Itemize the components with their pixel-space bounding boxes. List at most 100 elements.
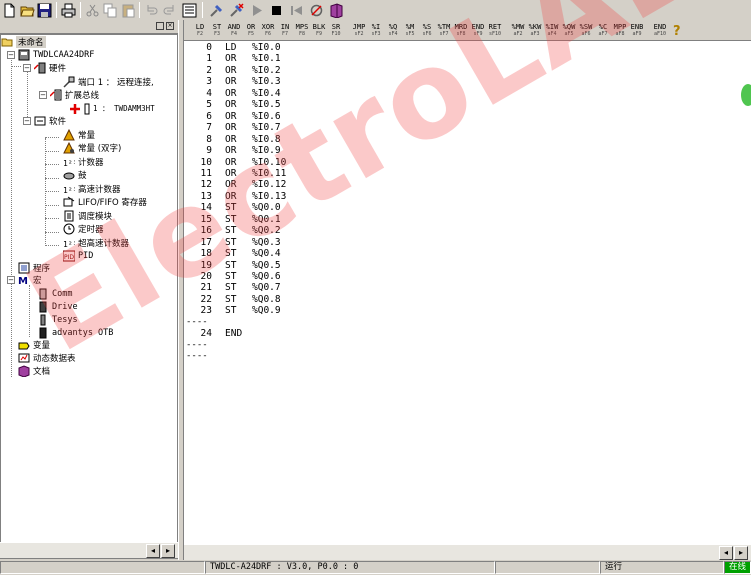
tree-item-very-fast-counters[interactable]: 1²³ 超高速计数器 — [63, 236, 129, 249]
tree-item-macros[interactable]: M 宏 — [18, 273, 42, 286]
disconnect-icon[interactable] — [227, 1, 245, 19]
tree-item-software[interactable]: 软件 — [34, 114, 66, 127]
program-line[interactable]: 24 END — [184, 328, 312, 340]
instruction-button[interactable]: END aF10 — [652, 21, 668, 39]
instruction-button[interactable]: SR F10 — [328, 21, 344, 39]
program-line[interactable]: 17 ST %Q0.3 — [184, 237, 312, 249]
program-line[interactable]: 5 OR %I0.5 — [184, 99, 312, 111]
scroll-right-icon[interactable]: ▸ — [734, 546, 748, 560]
copy-icon[interactable] — [102, 1, 119, 19]
stop-icon[interactable] — [267, 1, 285, 19]
instruction-button[interactable]: OR F5 — [243, 21, 259, 39]
sync-icon[interactable] — [307, 1, 325, 19]
help-icon[interactable]: ? — [669, 21, 685, 39]
tree-item-macro-tesys[interactable]: Tesys — [37, 313, 78, 326]
instruction-button[interactable]: %I sF3 — [368, 21, 384, 39]
tree-item-symbols[interactable]: 变量 — [18, 338, 50, 351]
instruction-button[interactable]: MRD sF8 — [453, 21, 469, 39]
instruction-button[interactable]: %SW aF6 — [578, 21, 594, 39]
instruction-button[interactable]: ST F3 — [209, 21, 225, 39]
instruction-button[interactable]: %S sF6 — [419, 21, 435, 39]
instruction-button[interactable]: %C aF7 — [595, 21, 611, 39]
instruction-button[interactable]: IN F7 — [277, 21, 293, 39]
program-line[interactable]: 16 ST %Q0.2 — [184, 225, 312, 237]
scroll-left-icon[interactable]: ◂ — [146, 544, 160, 558]
program-line[interactable]: 6 OR %I0.6 — [184, 111, 312, 123]
restore-icon[interactable] — [156, 22, 164, 30]
program-line[interactable]: 20 ST %Q0.6 — [184, 271, 312, 283]
program-line[interactable]: 19 ST %Q0.5 — [184, 260, 312, 272]
instruction-button[interactable]: LD F2 — [192, 21, 208, 39]
book-icon[interactable] — [327, 1, 345, 19]
instruction-button[interactable]: %Q sF4 — [385, 21, 401, 39]
tree-item-pwm[interactable]: 调度模块 — [63, 209, 112, 222]
instruction-button[interactable]: %MW aF2 — [510, 21, 526, 39]
program-line[interactable]: 22 ST %Q0.8 — [184, 294, 312, 306]
program-line[interactable]: 13 OR %I0.13 — [184, 191, 312, 203]
tree-item-animation-table[interactable]: 动态数据表 — [18, 351, 76, 364]
instruction-button[interactable]: JMP sF2 — [351, 21, 367, 39]
program-line[interactable]: 14 ST %Q0.0 — [184, 202, 312, 214]
program-line[interactable]: 10 OR %I0.10 — [184, 157, 312, 169]
instruction-button[interactable]: RET sF10 — [487, 21, 503, 39]
collapse-software[interactable]: − — [23, 117, 31, 125]
tree-horizontal-scrollbar[interactable]: ◂ ▸ — [0, 542, 178, 558]
save-icon[interactable] — [37, 1, 54, 19]
program-line[interactable]: 23 ST %Q0.9 — [184, 305, 312, 317]
tree-item-timers[interactable]: 定时器 — [63, 222, 104, 235]
project-root[interactable]: 未命名 — [1, 35, 46, 48]
tree-item-macro-comm[interactable]: Comm — [37, 287, 72, 300]
program-line[interactable]: 4 OR %I0.4 — [184, 88, 312, 100]
new-file-icon[interactable] — [1, 1, 18, 19]
collapse-expansion-bus[interactable]: − — [39, 91, 47, 99]
undo-icon[interactable] — [143, 1, 160, 19]
instruction-button[interactable]: %TM sF7 — [436, 21, 452, 39]
tree-item-controller[interactable]: TWDLCAA24DRF — [18, 48, 94, 61]
rewind-icon[interactable] — [287, 1, 305, 19]
program-line[interactable]: 0 LD %I0.0 — [184, 42, 312, 54]
tree-item-double-constants[interactable]: 常量 (双字) — [63, 141, 121, 154]
program-line[interactable]: 1 OR %I0.1 — [184, 53, 312, 65]
tree-item-expansion-module[interactable]: 1 ： TWDAMM3HT — [69, 102, 155, 115]
program-line[interactable]: 2 OR %I0.2 — [184, 65, 312, 77]
editor-horizontal-scrollbar[interactable]: ◂ ▸ — [184, 544, 751, 560]
instruction-button[interactable]: %QW aF5 — [561, 21, 577, 39]
program-line[interactable]: 12 OR %I0.12 — [184, 179, 312, 191]
collapse-hardware[interactable]: − — [23, 64, 31, 72]
open-folder-icon[interactable] — [19, 1, 36, 19]
run-icon[interactable] — [247, 1, 265, 19]
instruction-button[interactable]: AND F4 — [226, 21, 242, 39]
tree-item-drums[interactable]: 鼓 — [63, 168, 87, 181]
program-line[interactable]: 11 OR %I0.11 — [184, 168, 312, 180]
instruction-button[interactable]: MPP aF8 — [612, 21, 628, 39]
instruction-button[interactable]: %IW aF4 — [544, 21, 560, 39]
collapse-controller[interactable]: − — [7, 51, 15, 59]
tree-item-hardware[interactable]: 硬件 — [34, 61, 66, 74]
instruction-button[interactable]: XOR F6 — [260, 21, 276, 39]
redo-icon[interactable] — [161, 1, 178, 19]
program-line[interactable]: 3 OR %I0.3 — [184, 76, 312, 88]
tree-item-pid[interactable]: PID PID — [63, 249, 93, 262]
print-icon[interactable] — [60, 1, 77, 19]
tree-item-fast-counters[interactable]: 1²³ 高速计数器 — [63, 182, 121, 195]
tree-item-port[interactable]: 端口 1 ： 远程连接, — [63, 75, 154, 88]
tree-item-lifo-fifo[interactable]: LIFO/FIFO 寄存器 — [63, 195, 147, 208]
program-line[interactable]: 21 ST %Q0.7 — [184, 282, 312, 294]
program-line[interactable]: 15 ST %Q0.1 — [184, 214, 312, 226]
program-line[interactable]: 9 OR %I0.9 — [184, 145, 312, 157]
close-icon[interactable]: × — [166, 22, 174, 30]
list-view-icon[interactable] — [180, 1, 198, 19]
instruction-list-editor[interactable]: 0 LD %I0.0 1 OR %I0.1 2 OR %I0.2 3 OR %I0.3 4 OR %I0.4… — [184, 40, 751, 544]
instruction-button[interactable]: %M sF5 — [402, 21, 418, 39]
instruction-button[interactable]: BLK F9 — [311, 21, 327, 39]
instruction-button[interactable]: MPS F8 — [294, 21, 310, 39]
tree-item-counters[interactable]: 1²³ 计数器 — [63, 155, 104, 168]
paste-icon[interactable] — [120, 1, 137, 19]
connect-icon[interactable] — [207, 1, 225, 19]
program-line[interactable]: 18 ST %Q0.4 — [184, 248, 312, 260]
tree-item-documentation[interactable]: 文档 — [18, 364, 50, 377]
scroll-right-icon[interactable]: ▸ — [161, 544, 175, 558]
tree-item-constants[interactable]: 常量 — [63, 128, 95, 141]
collapse-macros[interactable]: − — [7, 276, 15, 284]
instruction-button[interactable]: ENB aF9 — [629, 21, 645, 39]
